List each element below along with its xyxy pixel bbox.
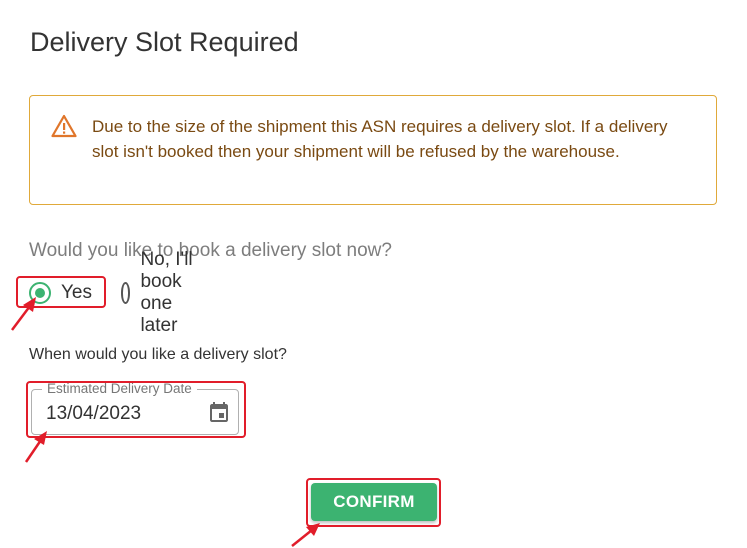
delivery-slot-dialog: Delivery Slot Required Due to the size o… — [0, 0, 747, 548]
radio-no-label: No, I'll book one later — [140, 249, 193, 336]
dialog-title: Delivery Slot Required — [30, 27, 299, 57]
radio-yes-label: Yes — [61, 282, 92, 303]
confirm-button[interactable]: CONFIRM — [311, 483, 437, 521]
delivery-date-question: When would you like a delivery slot? — [29, 346, 287, 363]
radio-no-later[interactable]: No, I'll book one later — [121, 249, 194, 336]
arrow-to-confirm — [291, 523, 320, 547]
warning-message: Due to the size of the shipment this ASN… — [92, 117, 668, 161]
radio-no-indicator[interactable] — [121, 282, 131, 304]
date-field-value[interactable]: 13/04/2023 — [46, 403, 141, 425]
warning-triangle-icon — [51, 114, 77, 138]
calendar-icon[interactable] — [207, 400, 231, 424]
book-slot-question: Would you like to book a delivery slot n… — [29, 240, 392, 261]
date-field-label: Estimated Delivery Date — [42, 381, 197, 396]
radio-yes[interactable]: Yes — [29, 278, 92, 308]
radio-yes-indicator[interactable] — [29, 282, 51, 304]
warning-alert: Due to the size of the shipment this ASN… — [29, 95, 717, 205]
estimated-delivery-date-field[interactable]: Estimated Delivery Date 13/04/2023 — [31, 381, 239, 435]
